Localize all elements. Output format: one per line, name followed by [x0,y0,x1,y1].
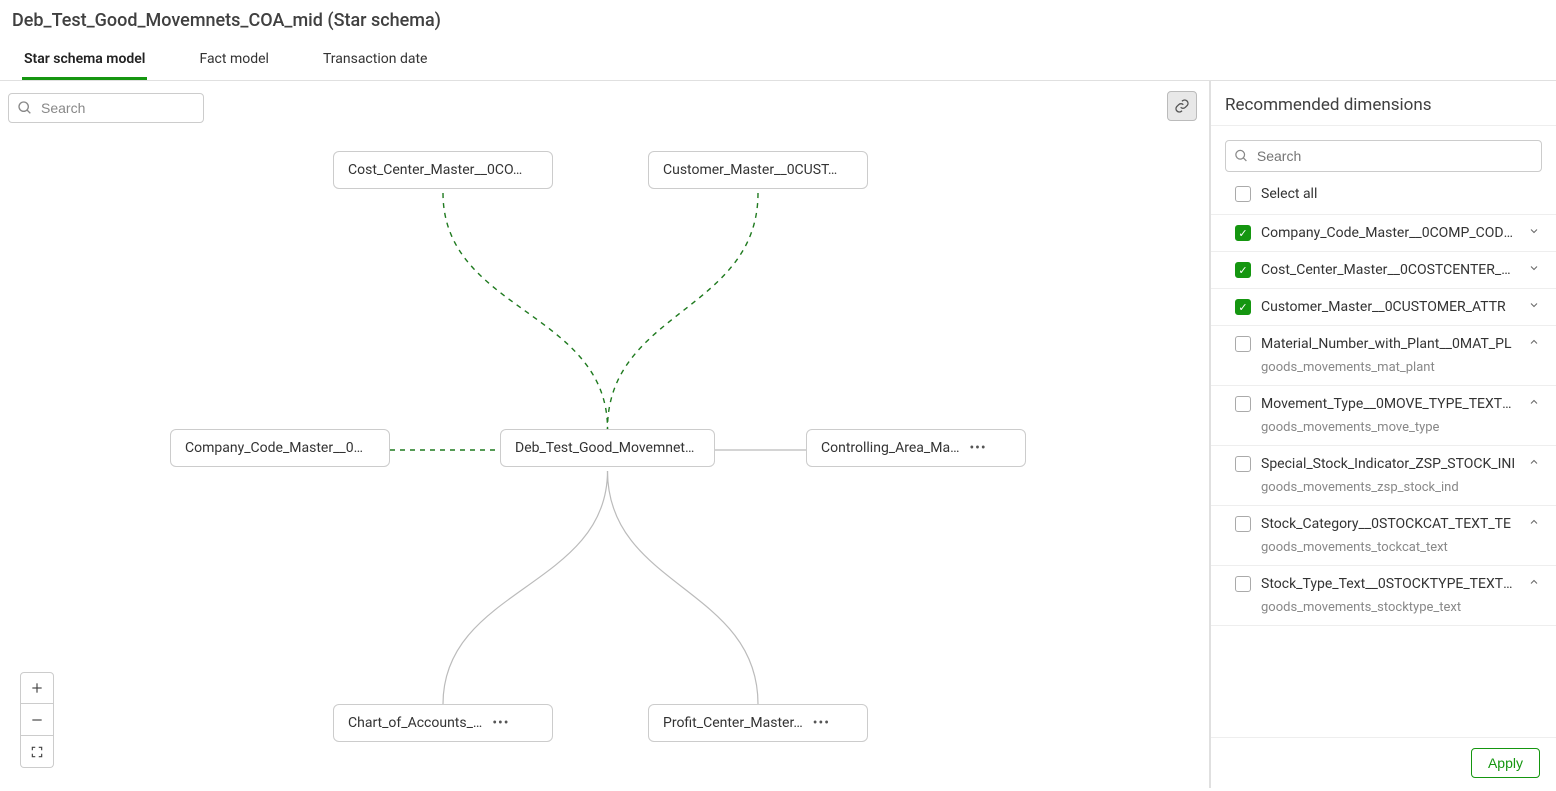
search-input[interactable] [39,99,195,117]
dimension-checkbox[interactable] [1235,396,1251,412]
minus-icon [30,713,44,727]
node-label: Profit_Center_Master… [663,715,803,731]
zoom-controls [20,672,54,768]
more-options-icon[interactable]: ••• [969,440,986,456]
dimensions-search[interactable] [1225,140,1542,172]
dimension-label: Cost_Center_Master__0COSTCENTER_AT [1261,262,1516,278]
dimension-checkbox[interactable] [1235,516,1251,532]
dimension-subtext: goods_movements_move_type [1235,420,1542,435]
chevron-down-icon[interactable] [1526,262,1542,278]
page-title: Deb_Test_Good_Movemnets_COA_mid (Star sc… [12,10,1544,31]
chevron-up-icon[interactable] [1526,456,1542,472]
node-controlling[interactable]: Controlling_Area_Ma… ••• [806,429,1026,467]
edge [443,471,608,704]
node-label: Company_Code_Master__0… [185,440,363,456]
schema-canvas[interactable]: Cost_Center_Master__0CO… Customer_Master_… [0,81,1210,788]
more-options-icon[interactable]: ••• [813,715,830,731]
chevron-up-icon[interactable] [1526,336,1542,352]
node-center-fact[interactable]: Deb_Test_Good_Movemnet… [500,429,715,467]
chevron-up-icon[interactable] [1526,576,1542,592]
dimension-checkbox[interactable] [1235,576,1251,592]
tab-star-schema-model[interactable]: Star schema model [22,45,147,80]
dimension-label: Customer_Master__0CUSTOMER_ATTR [1261,299,1516,315]
dimension-row[interactable]: Cost_Center_Master__0COSTCENTER_AT [1211,252,1556,289]
search-icon [17,100,33,116]
fullscreen-button[interactable] [20,736,54,768]
node-cost-center[interactable]: Cost_Center_Master__0CO… [333,151,553,189]
dimension-row[interactable]: Movement_Type__0MOVE_TYPE_TEXT_T goods_mo… [1211,386,1556,446]
relationship-toggle-button[interactable] [1167,91,1197,121]
plus-icon [30,681,44,695]
dimension-checkbox[interactable] [1235,299,1251,315]
node-label: Controlling_Area_Ma… [821,440,959,456]
dimension-label: Special_Stock_Indicator_ZSP_STOCK_INI [1261,456,1516,472]
dimension-subtext: goods_movements_mat_plant [1235,360,1542,375]
edge [608,471,759,704]
node-label: Customer_Master__0CUST… [663,162,837,178]
dimension-label: Company_Code_Master__0COMP_CODE_ [1261,225,1516,241]
dimension-checkbox[interactable] [1235,262,1251,278]
node-profit-center[interactable]: Profit_Center_Master… ••• [648,704,868,742]
chevron-down-icon[interactable] [1526,225,1542,241]
dimension-row[interactable]: Stock_Type_Text__0STOCKTYPE_TEXT_T goods_… [1211,566,1556,626]
dimension-checkbox[interactable] [1235,225,1251,241]
chevron-down-icon[interactable] [1526,299,1542,315]
chevron-up-icon[interactable] [1526,516,1542,532]
dimension-label: Movement_Type__0MOVE_TYPE_TEXT_T [1261,396,1516,412]
canvas-search[interactable] [8,93,204,123]
select-all-label: Select all [1261,186,1317,202]
select-all-checkbox[interactable] [1235,186,1251,202]
dimensions-list[interactable]: Company_Code_Master__0COMP_CODE_ Cost_Cen… [1211,215,1556,737]
dimension-row[interactable]: Special_Stock_Indicator_ZSP_STOCK_INIgoo… [1211,446,1556,506]
node-label: Cost_Center_Master__0CO… [348,162,522,178]
dimension-subtext: goods_movements_zsp_stock_ind [1235,480,1542,495]
fullscreen-icon [30,745,44,759]
side-panel-title: Recommended dimensions [1211,81,1556,126]
node-label: Deb_Test_Good_Movemnet… [515,440,694,456]
tab-transaction-date[interactable]: Transaction date [321,45,430,80]
node-company-code[interactable]: Company_Code_Master__0… [170,429,390,467]
edge [608,193,759,429]
zoom-out-button[interactable] [20,704,54,736]
select-all-row[interactable]: Select all [1211,182,1556,215]
edge [443,193,608,429]
dimension-row[interactable]: Customer_Master__0CUSTOMER_ATTR [1211,289,1556,326]
dimension-label: Stock_Type_Text__0STOCKTYPE_TEXT_T [1261,576,1516,592]
dimension-row[interactable]: Stock_Category__0STOCKCAT_TEXT_TE goods_m… [1211,506,1556,566]
link-icon [1174,98,1190,114]
dimension-label: Material_Number_with_Plant__0MAT_PL [1261,336,1516,352]
node-label: Chart_of_Accounts_… [348,715,482,731]
apply-button[interactable]: Apply [1471,748,1540,778]
tab-fact-model[interactable]: Fact model [197,45,271,80]
zoom-in-button[interactable] [20,672,54,704]
node-customer[interactable]: Customer_Master__0CUST… [648,151,868,189]
dimension-row[interactable]: Company_Code_Master__0COMP_CODE_ [1211,215,1556,252]
recommended-dimensions-panel: Recommended dimensions Select all Compan… [1210,81,1556,788]
chevron-up-icon[interactable] [1526,396,1542,412]
dimension-subtext: goods_movements_stocktype_text [1235,600,1542,615]
dimension-subtext: goods_movements_tockcat_text [1235,540,1542,555]
tabs-bar: Star schema model Fact model Transaction d… [0,31,1556,81]
dimension-checkbox[interactable] [1235,336,1251,352]
dimension-row[interactable]: Material_Number_with_Plant__0MAT_PLgoods… [1211,326,1556,386]
dimension-checkbox[interactable] [1235,456,1251,472]
more-options-icon[interactable]: ••• [492,715,509,731]
node-chart-acc[interactable]: Chart_of_Accounts_… ••• [333,704,553,742]
dimension-label: Stock_Category__0STOCKCAT_TEXT_TE [1261,516,1516,532]
dimensions-search-input[interactable] [1255,147,1533,165]
search-icon [1234,148,1249,164]
